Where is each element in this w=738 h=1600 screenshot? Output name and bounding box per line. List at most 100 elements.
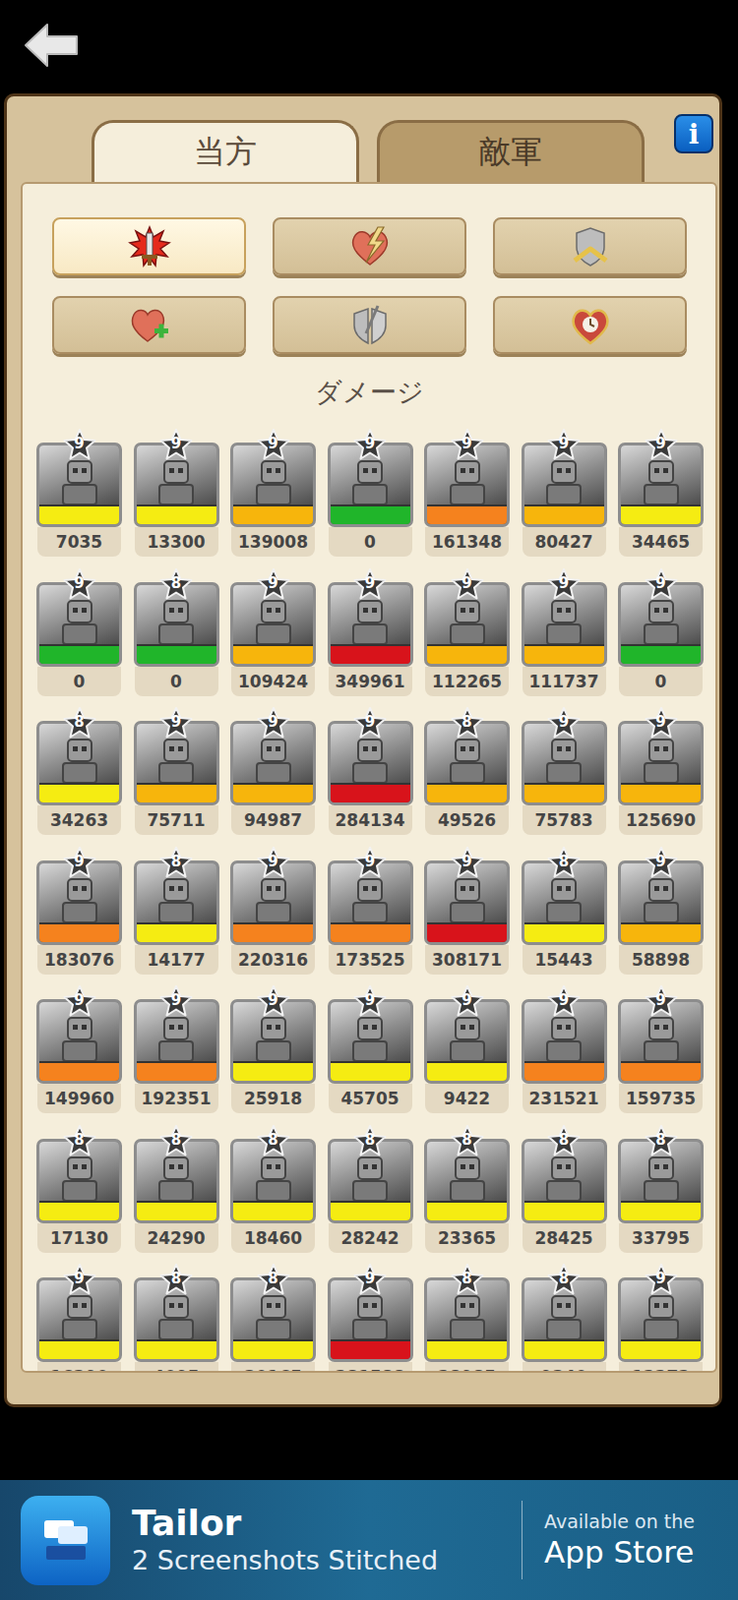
- unit-card[interactable]: 342638: [36, 707, 123, 836]
- unit-card[interactable]: 163909: [36, 1264, 123, 1374]
- unit-card[interactable]: 1122659: [424, 568, 510, 697]
- unit-card[interactable]: 154438: [521, 847, 608, 976]
- back-button[interactable]: [23, 22, 79, 72]
- unit-card[interactable]: 184608: [230, 1125, 316, 1254]
- level-number: 9: [353, 713, 387, 732]
- unit-card[interactable]: 1735259: [327, 847, 414, 976]
- unit-card[interactable]: 70359: [36, 429, 123, 557]
- unit-card[interactable]: 2815889: [327, 1264, 414, 1374]
- damage-value: 13300: [134, 527, 219, 557]
- sword-burst-icon[interactable]: [127, 225, 172, 269]
- unit-card[interactable]: 457059: [327, 985, 414, 1114]
- unit-portrait: [136, 585, 217, 645]
- unit-card[interactable]: 2203169: [230, 847, 316, 976]
- level-star: 9: [256, 429, 291, 461]
- health-bar: [620, 644, 701, 665]
- heart-lightning-icon[interactable]: [348, 225, 392, 269]
- tab[interactable]: 敵軍: [376, 120, 645, 183]
- unit-portrait: [330, 1142, 411, 1202]
- unit-card[interactable]: 171308: [36, 1125, 123, 1254]
- level-star: 9: [644, 847, 678, 879]
- back-arrow-icon[interactable]: [23, 22, 79, 68]
- unit-card[interactable]: 282428: [327, 1125, 414, 1254]
- unit-card[interactable]: 122729: [617, 1264, 704, 1374]
- level-number: 9: [644, 713, 678, 732]
- level-number: 9: [450, 434, 485, 453]
- health-bar: [233, 1061, 313, 1082]
- heart-plus-icon[interactable]: [127, 304, 172, 348]
- broken-shield-icon[interactable]: [348, 304, 392, 348]
- level-star: 9: [547, 568, 581, 601]
- unit-card[interactable]: 1117379: [521, 568, 608, 697]
- unit-card[interactable]: 94229: [424, 985, 510, 1114]
- unit-card[interactable]: 1094249: [230, 568, 316, 697]
- unit-card[interactable]: 2841349: [327, 707, 414, 836]
- unit-card[interactable]: 289858: [424, 1264, 510, 1374]
- unit-card[interactable]: 08: [133, 568, 220, 697]
- unit-card[interactable]: 495268: [424, 707, 510, 836]
- unit-portrait: [39, 445, 120, 505]
- unit-card[interactable]: 757839: [521, 707, 608, 836]
- unit-card[interactable]: 09: [617, 568, 704, 697]
- unit-card[interactable]: 1830769: [36, 847, 123, 976]
- health-bar: [233, 922, 313, 943]
- filter-button[interactable]: [492, 296, 687, 355]
- unit-frame: [424, 1278, 510, 1363]
- unit-card[interactable]: 344659: [617, 429, 704, 557]
- unit-portrait: [39, 1281, 120, 1341]
- unit-card[interactable]: 141778: [133, 847, 220, 976]
- app-icon[interactable]: [20, 1496, 111, 1587]
- store-badge[interactable]: Available on theApp Store: [544, 1510, 695, 1572]
- unit-card[interactable]: 3081719: [424, 847, 510, 976]
- filter-button[interactable]: [272, 217, 467, 276]
- heart-clock-icon[interactable]: [568, 304, 613, 348]
- unit-frame: [521, 721, 608, 806]
- health-bar: [233, 504, 313, 525]
- info-button[interactable]: i: [674, 114, 714, 154]
- unit-card[interactable]: 1597359: [617, 985, 704, 1114]
- shield-arrow-icon[interactable]: [568, 225, 613, 269]
- unit-card[interactable]: 40958: [133, 1264, 220, 1374]
- filter-button[interactable]: [52, 217, 246, 276]
- level-star: 9: [159, 985, 193, 1018]
- unit-card[interactable]: 337958: [617, 1125, 704, 1254]
- unit-card[interactable]: 242908: [133, 1125, 220, 1254]
- filter-button[interactable]: [272, 296, 467, 355]
- unit-card[interactable]: 3499619: [327, 568, 414, 697]
- damage-value: 192351: [134, 1084, 219, 1114]
- unit-card[interactable]: 1256909: [617, 707, 704, 836]
- unit-portrait: [524, 445, 605, 505]
- ad-banner[interactable]: Tailor2 Screenshots StitchedAvailable on…: [0, 1480, 738, 1600]
- unit-card[interactable]: 1499609: [36, 985, 123, 1114]
- unit-frame: [36, 582, 123, 668]
- unit-frame: [230, 721, 316, 806]
- unit-card[interactable]: 233658: [424, 1125, 510, 1254]
- unit-card[interactable]: 192351 9: [133, 985, 220, 1114]
- level-number: 9: [256, 991, 291, 1010]
- unit-card[interactable]: 259189: [230, 985, 316, 1114]
- unit-card[interactable]: 133009: [133, 429, 220, 557]
- tailor-logo-icon[interactable]: [36, 1511, 96, 1571]
- filter-button[interactable]: [52, 296, 246, 355]
- unit-card[interactable]: 1390089: [230, 429, 316, 557]
- health-bar: [136, 783, 217, 803]
- unit-portrait: [620, 445, 701, 505]
- unit-card[interactable]: 301658: [230, 1264, 316, 1374]
- level-number: 8: [353, 1131, 387, 1150]
- unit-card[interactable]: 09: [36, 568, 123, 697]
- unit-card[interactable]: 2315219: [521, 985, 608, 1114]
- filter-button[interactable]: [492, 217, 687, 276]
- unit-frame: [327, 721, 414, 806]
- unit-card[interactable]: 588989: [617, 847, 704, 976]
- unit-card[interactable]: 09: [327, 429, 414, 557]
- unit-card[interactable]: 93408: [521, 1264, 608, 1374]
- unit-portrait: [427, 1281, 507, 1341]
- unit-figure-icon: [248, 455, 299, 505]
- unit-card[interactable]: 1613489: [424, 429, 510, 557]
- unit-card[interactable]: 284258: [521, 1125, 608, 1254]
- health-bar: [524, 644, 605, 665]
- tab[interactable]: 当方: [91, 120, 360, 183]
- unit-card[interactable]: 949879: [230, 707, 316, 836]
- unit-card[interactable]: 757119: [133, 707, 220, 836]
- unit-card[interactable]: 804279: [521, 429, 608, 557]
